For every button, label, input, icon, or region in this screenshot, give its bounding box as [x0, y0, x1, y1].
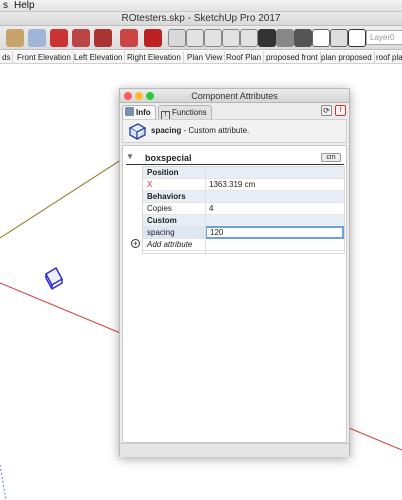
- main-toolbar: Layer0: [0, 26, 402, 50]
- window-title: ROtesters.skp - SketchUp Pro 2017: [0, 12, 402, 26]
- add-attribute-icon[interactable]: +: [131, 239, 140, 248]
- section-label: Position: [147, 168, 179, 177]
- attribute-value-x[interactable]: 1363.319 cm: [209, 179, 255, 191]
- hidden-line-icon[interactable]: [312, 29, 330, 47]
- attribute-value-copies[interactable]: 4: [209, 203, 213, 215]
- right-view-icon[interactable]: [222, 29, 240, 47]
- layer-select[interactable]: Layer0: [366, 30, 402, 45]
- toggle-units-icon[interactable]: f: [335, 105, 346, 116]
- tab-functions-label: Functions: [172, 108, 207, 117]
- top-view-icon[interactable]: [186, 29, 204, 47]
- back-view-icon[interactable]: [240, 29, 258, 47]
- scene-tab[interactable]: Roof Plan: [224, 51, 265, 64]
- attribute-grid: Position X 1363.319 cm Behaviors Copies …: [142, 166, 345, 255]
- zoom-extents-icon[interactable]: [50, 29, 68, 47]
- attribute-help-text: - Custom attribute.: [183, 126, 250, 135]
- add-attribute-row[interactable]: Add attribute: [143, 239, 344, 251]
- extension-icon[interactable]: [144, 29, 162, 47]
- monochrome-icon[interactable]: [348, 29, 366, 47]
- attribute-name: spacing: [151, 126, 182, 135]
- scene-tab[interactable]: ds: [0, 51, 14, 64]
- attributes-panel: ▼ boxspecial cm Position X 1363.319 cm B…: [122, 145, 347, 443]
- scene-tab[interactable]: Plan View: [185, 51, 226, 64]
- component-icon[interactable]: [72, 29, 90, 47]
- column-divider: [205, 167, 206, 255]
- blue-axis: [0, 464, 7, 500]
- attribute-label-x: X: [147, 180, 153, 189]
- xray-icon[interactable]: [276, 29, 294, 47]
- scene-tab[interactable]: proposed front: [264, 51, 321, 64]
- refresh-icon[interactable]: ⟳: [321, 105, 332, 116]
- warehouse-icon[interactable]: [120, 29, 138, 47]
- tab-info[interactable]: Info: [122, 105, 156, 119]
- iso-view-icon[interactable]: [168, 29, 186, 47]
- table-row[interactable]: Copies 4: [143, 203, 344, 215]
- scenes-bar: ds Front Elevation Left Elevation Right …: [0, 51, 402, 64]
- zoom-window-icon[interactable]: [146, 92, 154, 100]
- units-toggle[interactable]: cm: [321, 153, 341, 162]
- dialog-status-bar: [120, 443, 349, 457]
- menu-item-s[interactable]: s: [3, 0, 8, 12]
- component-attributes-dialog: Component Attributes Info f Functions ⟳ f…: [119, 88, 350, 457]
- section-behaviors: Behaviors: [143, 191, 344, 203]
- menu-bar: s Help: [0, 0, 402, 12]
- scene-tab[interactable]: Right Elevation: [125, 51, 184, 64]
- spacing-value-input[interactable]: 120: [205, 226, 344, 239]
- minimize-icon[interactable]: [135, 92, 143, 100]
- collapse-triangle-icon[interactable]: ▼: [126, 152, 134, 161]
- zoom-icon[interactable]: [28, 29, 46, 47]
- add-attribute-label[interactable]: Add attribute: [147, 239, 192, 251]
- attribute-description: spacing - Custom attribute.: [151, 125, 249, 137]
- scene-tab[interactable]: Left Elevation: [72, 51, 126, 64]
- component-icon: [128, 123, 147, 141]
- shaded-icon[interactable]: [330, 29, 348, 47]
- component-header: ▼ boxspecial cm: [126, 152, 344, 164]
- tab-functions[interactable]: f Functions: [158, 105, 212, 120]
- selected-component[interactable]: [44, 266, 64, 290]
- attribute-label-copies: Copies: [147, 204, 172, 213]
- scene-tab[interactable]: plan proposed: [319, 51, 375, 64]
- component-name: boxspecial: [145, 153, 192, 163]
- menu-item-help[interactable]: Help: [14, 0, 35, 12]
- paint-bucket-icon[interactable]: [6, 29, 24, 47]
- section-position: Position: [143, 167, 344, 179]
- attribute-label-spacing: spacing: [147, 228, 175, 237]
- wireframe-icon[interactable]: [294, 29, 312, 47]
- close-icon[interactable]: [124, 92, 132, 100]
- section-label: Behaviors: [147, 192, 186, 201]
- info-icon: [125, 107, 134, 116]
- attribute-header: spacing - Custom attribute.: [122, 119, 347, 143]
- scene-tab[interactable]: roof pla: [374, 51, 402, 64]
- scene-tab[interactable]: Front Elevation: [15, 51, 74, 64]
- table-row[interactable]: X 1363.319 cm: [143, 179, 344, 191]
- dialog-title: Component Attributes: [120, 89, 349, 103]
- make-group-icon[interactable]: [94, 29, 112, 47]
- header-divider: [126, 164, 344, 165]
- left-view-icon[interactable]: [258, 29, 276, 47]
- section-label: Custom: [147, 216, 177, 225]
- table-row[interactable]: spacing 120: [143, 226, 344, 239]
- front-view-icon[interactable]: [204, 29, 222, 47]
- tab-info-label: Info: [136, 108, 151, 117]
- dialog-tabs: Info f Functions ⟳ f: [120, 103, 349, 120]
